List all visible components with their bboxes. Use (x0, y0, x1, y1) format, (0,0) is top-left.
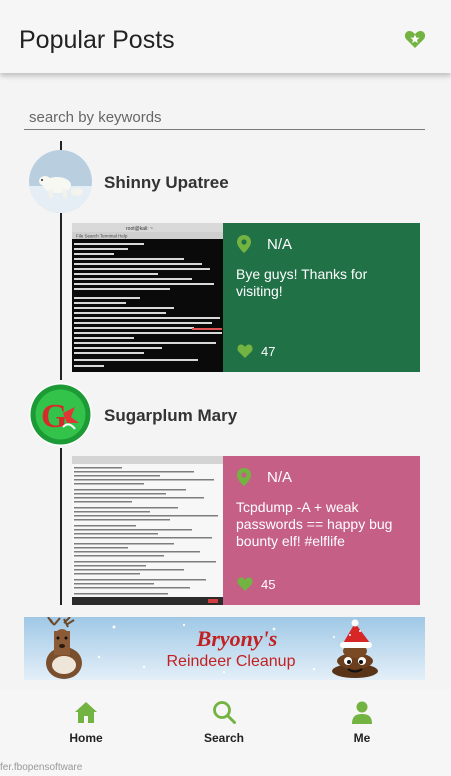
nav-search[interactable]: Search (179, 690, 269, 750)
post-image[interactable]: root@kali: ~ File Search Terminal Help (72, 223, 223, 372)
nav-search-label: Search (203, 731, 245, 745)
search-icon (213, 701, 236, 724)
app-bar: Popular Posts (0, 0, 451, 73)
like-count: 47 (261, 344, 276, 359)
nav-home-label: Home (69, 731, 103, 745)
like-count: 45 (261, 577, 276, 592)
search-input[interactable] (24, 106, 425, 128)
avatar[interactable]: G (29, 383, 92, 446)
timeline-line (60, 448, 62, 605)
location-pin-icon (237, 235, 251, 253)
post-message: Bye guys! Thanks for visiting! (236, 266, 368, 299)
search-bar[interactable] (24, 106, 425, 130)
home-icon (75, 702, 97, 723)
location-pin-icon (237, 468, 251, 486)
page-title: Popular Posts (19, 26, 175, 54)
post-card[interactable]: N/A Bye guys! Thanks for visiting! 47 (223, 223, 420, 372)
footer-text: fer.fbopensoftware (0, 762, 83, 773)
nav-home[interactable]: Home (41, 690, 131, 750)
terminal-title: root@kali: ~ (126, 226, 153, 232)
avatar[interactable] (29, 150, 92, 213)
ad-banner[interactable]: Bryony's Reindeer Cleanup (24, 617, 425, 680)
post-location: N/A (267, 236, 293, 253)
nav-me[interactable]: Me (317, 690, 407, 750)
person-icon (352, 701, 372, 724)
banner-subtitle: Reindeer Cleanup (167, 653, 296, 670)
svg-text:File Search Terminal Help: File Search Terminal Help (76, 234, 128, 239)
like-icon[interactable] (237, 344, 253, 358)
heart-star-icon[interactable] (404, 29, 426, 49)
post-username[interactable]: Sugarplum Mary (104, 406, 237, 426)
like-icon[interactable] (237, 577, 253, 591)
post-card[interactable]: N/A Tcpdump -A + weak passwords == happy… (223, 456, 420, 605)
post-location: N/A (267, 469, 293, 486)
post-image[interactable] (72, 456, 223, 605)
post-message: Tcpdump -A + weak passwords == happy bug… (236, 499, 393, 549)
post-username[interactable]: Shinny Upatree (104, 173, 229, 193)
nav-me-label: Me (353, 731, 371, 745)
svg-text:G: G (41, 398, 67, 435)
banner-title: Bryony's (196, 626, 278, 651)
